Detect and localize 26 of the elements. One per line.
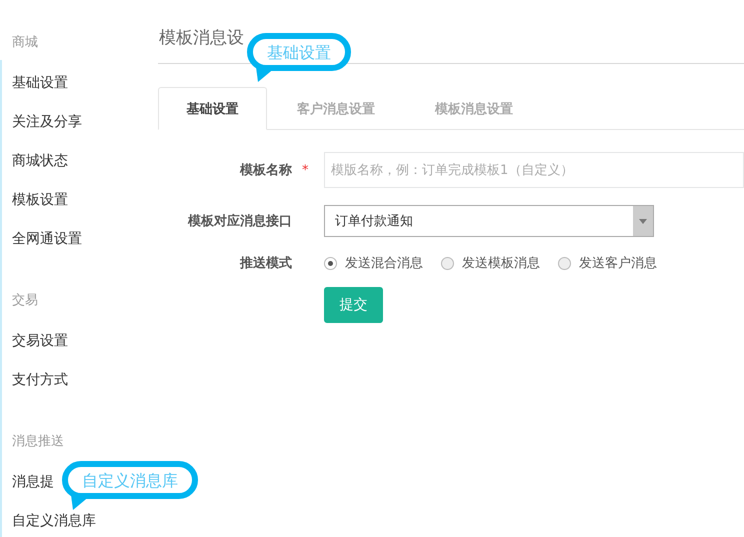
sidebar-item[interactable]: 自定义消息库 bbox=[12, 508, 96, 537]
sidebar-item[interactable]: 交易设置 bbox=[12, 328, 68, 367]
sidebar-item[interactable]: 关注及分享 bbox=[12, 109, 82, 148]
sidebar-item[interactable]: 消息提 bbox=[12, 469, 54, 508]
sidebar-item[interactable]: 模板设置 bbox=[12, 187, 68, 226]
section-heading: 商城 bbox=[12, 34, 38, 52]
dropdown[interactable]: 订单付款通知 bbox=[324, 205, 654, 237]
caret-icon bbox=[639, 218, 647, 224]
sidebar-item[interactable]: 基础设置 bbox=[12, 70, 68, 109]
required-marker: * bbox=[302, 162, 308, 178]
section-heading: 消息推送 bbox=[12, 433, 64, 451]
radio-option[interactable]: 发送混合消息 bbox=[324, 254, 423, 272]
input-field[interactable]: 模版名称，例：订单完成模板1（自定义） bbox=[324, 152, 744, 188]
sidebar-item[interactable]: 全网通设置 bbox=[12, 226, 82, 265]
field-label: 推送模式 bbox=[238, 255, 292, 272]
section-heading: 交易 bbox=[12, 292, 38, 310]
sidebar-item[interactable]: 商城状态 bbox=[12, 148, 68, 187]
sidebar-item[interactable]: 支付方式 bbox=[12, 367, 68, 406]
radio-button[interactable] bbox=[441, 256, 454, 270]
radio-button[interactable] bbox=[558, 256, 571, 270]
radio-option[interactable]: 发送客户消息 bbox=[558, 254, 657, 272]
radio-option[interactable]: 发送模板消息 bbox=[441, 254, 540, 272]
tab[interactable]: 基础设置 bbox=[158, 87, 267, 130]
radio-button[interactable] bbox=[324, 256, 337, 270]
field-label: 模板名称 bbox=[238, 162, 292, 179]
field-label: 模板对应消息接口 bbox=[186, 212, 292, 230]
